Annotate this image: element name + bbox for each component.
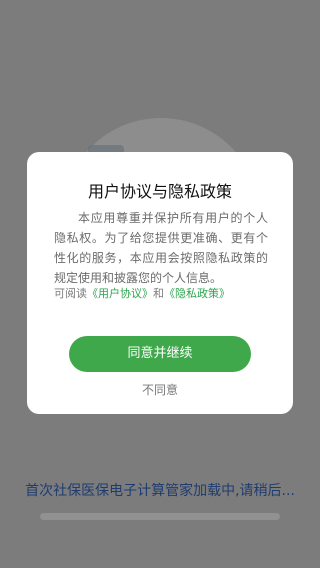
user-agreement-link[interactable]: 《用户协议》 [87, 287, 153, 300]
app-screen: 首次社保医保电子计算管家加载中,请稍后... 用户协议与隐私政策 本应用尊重并保… [0, 0, 320, 568]
links-prefix: 可阅读 [54, 287, 87, 300]
loading-progress-track [40, 513, 280, 520]
privacy-policy-link[interactable]: 《隐私政策》 [164, 287, 230, 300]
disagree-button[interactable]: 不同意 [27, 380, 293, 400]
dialog-title: 用户协议与隐私政策 [87, 182, 232, 201]
agree-button[interactable]: 同意并继续 [69, 336, 251, 372]
links-connector: 和 [153, 287, 164, 300]
loading-message: 首次社保医保电子计算管家加载中,请稍后... [25, 483, 295, 499]
privacy-dialog: 用户协议与隐私政策 本应用尊重并保护所有用户的个人隐私权。为了给您提供更准确、更… [27, 152, 293, 414]
privacy-notice-text: 本应用尊重并保护所有用户的个人隐私权。为了给您提供更准确、更有个性化的服务，本应… [54, 211, 268, 285]
policy-links-row: 可阅读《用户协议》和《隐私政策》 [54, 286, 268, 302]
